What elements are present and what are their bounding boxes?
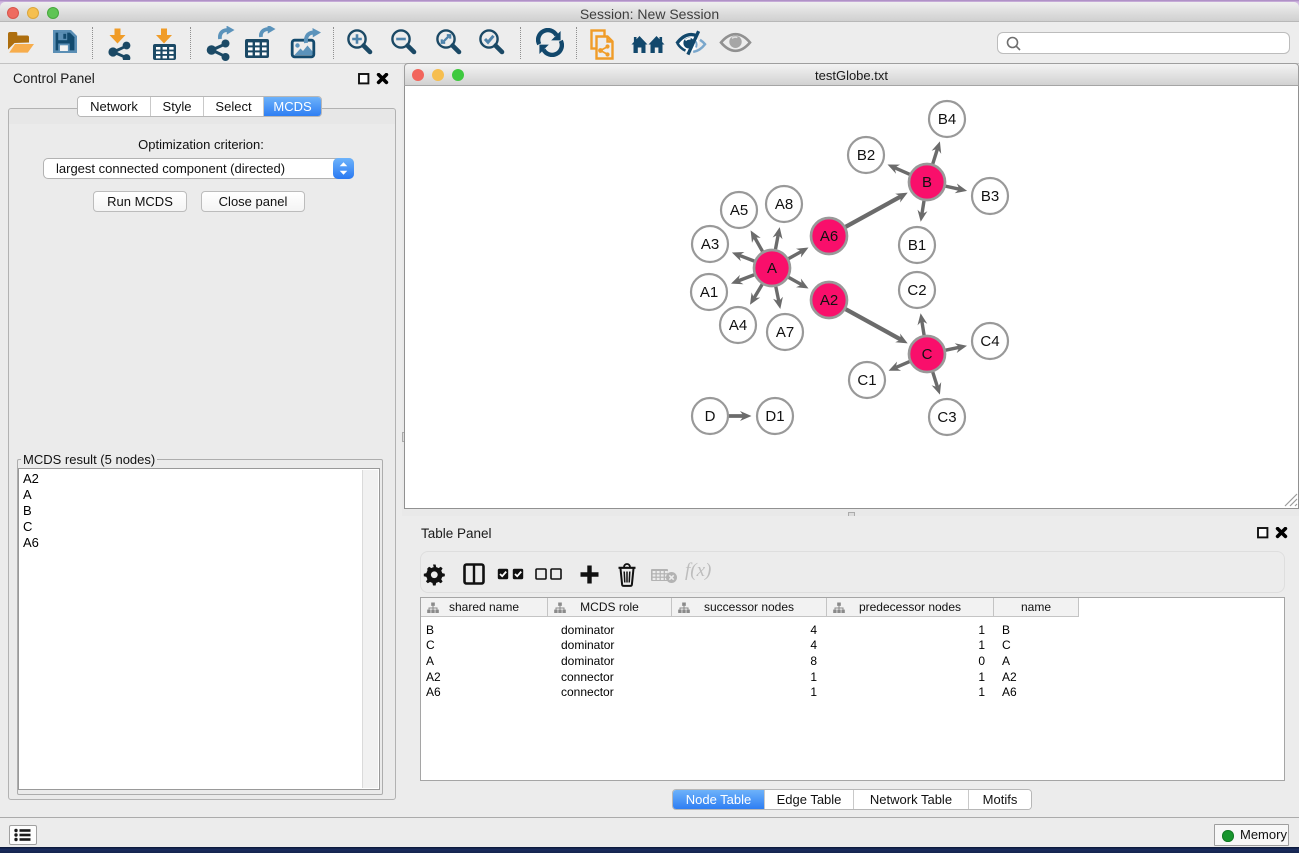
svg-text:D: D <box>705 408 716 425</box>
svg-text:C1: C1 <box>857 372 876 389</box>
svg-text:B4: B4 <box>938 111 956 128</box>
svg-text:B1: B1 <box>908 237 926 254</box>
svg-text:A6: A6 <box>820 228 838 245</box>
svg-text:A4: A4 <box>729 317 747 334</box>
svg-text:D1: D1 <box>765 408 784 425</box>
svg-text:A7: A7 <box>776 324 794 341</box>
svg-text:C: C <box>922 346 933 363</box>
svg-text:C2: C2 <box>907 282 926 299</box>
svg-text:B: B <box>922 174 932 191</box>
svg-text:A2: A2 <box>820 292 838 309</box>
svg-text:C3: C3 <box>937 409 956 426</box>
svg-text:B2: B2 <box>857 147 875 164</box>
svg-text:B3: B3 <box>981 188 999 205</box>
svg-text:A1: A1 <box>700 284 718 301</box>
svg-text:A3: A3 <box>701 236 719 253</box>
svg-text:A5: A5 <box>730 202 748 219</box>
svg-text:A8: A8 <box>775 196 793 213</box>
svg-text:A: A <box>767 260 777 277</box>
svg-text:C4: C4 <box>980 333 999 350</box>
